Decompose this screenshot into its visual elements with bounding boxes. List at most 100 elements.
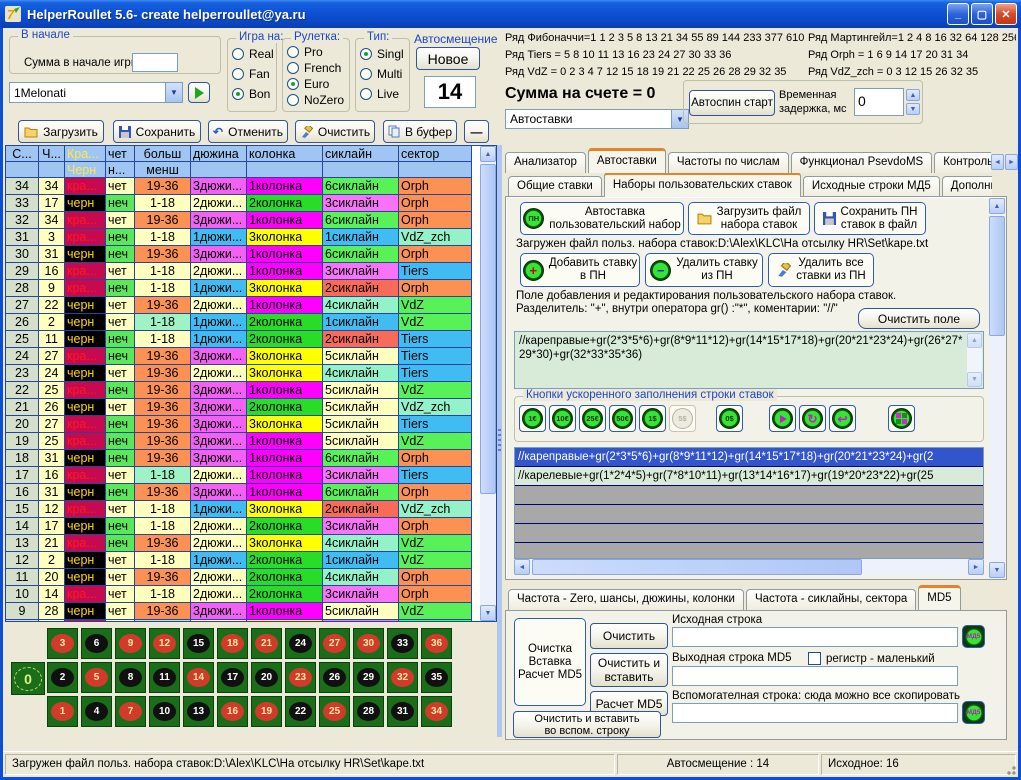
tab-Функционал PsevdoMS[interactable]: Функционал PsevdoMS (791, 152, 933, 173)
table-row[interactable]: 2126чернчет19-363дюжи...2колонка5сиклайн… (6, 399, 496, 416)
md5-clear-button[interactable]: Очистить (590, 623, 668, 649)
radio-Euro[interactable]: Euro (287, 76, 349, 92)
board-cell-zero[interactable]: 0 (11, 662, 45, 695)
board-cell-32[interactable]: 32 (387, 662, 418, 693)
delay-input[interactable]: 0 (854, 88, 904, 116)
subtab-Наборы пользовательских ставок[interactable]: Наборы пользовательских ставок (604, 173, 801, 197)
board-cell-29[interactable]: 29 (353, 662, 384, 693)
tab-Автоставки[interactable]: Автоставки (588, 148, 666, 173)
autostavki-combo[interactable]: Автоставки ▼ (505, 109, 689, 129)
list-item[interactable]: //карелевые+gr(1*2*4*5)+gr(7*8*10*11)+gr… (515, 467, 983, 486)
add-bet-button[interactable]: + Добавить ставку в ПН (520, 253, 640, 287)
subtab-Исходные строки МД5[interactable]: Исходные строки МД5 (803, 176, 940, 197)
table-row[interactable]: 2324чернчет19-362дюжи...3колонка4сиклайн… (6, 365, 496, 382)
bets-edit-area[interactable]: //кареправые+gr(2*3*5*6)+gr(8*9*11*12)+g… (514, 331, 984, 389)
chip-50€[interactable]: 50€ (609, 405, 636, 432)
radio-Multi[interactable]: Multi (360, 64, 409, 84)
md5-clear-paste-button[interactable]: Очистить и вставить (590, 653, 668, 687)
board-cell-11[interactable]: 11 (149, 662, 180, 693)
clear-field-button[interactable]: Очистить поле (858, 308, 980, 329)
chip-repeat-button[interactable]: ↻ (799, 405, 826, 432)
table-row[interactable]: 2722чернчет19-362дюжи...1колонка4сиклайн… (6, 297, 496, 314)
table-row[interactable]: 1417черннеч1-182дюжи...2колонка3сиклайнO… (6, 518, 496, 535)
save-pn-file-button[interactable]: Сохранить ПН ставок в файл (814, 202, 926, 235)
board-cell-19[interactable]: 19 (251, 696, 282, 727)
table-row[interactable]: 1120чернчет19-362дюжи...2колонка4сиклайн… (6, 569, 496, 586)
list-item-empty[interactable] (515, 486, 983, 505)
table-row[interactable]: 2511черннеч1-181дюжи...2колонка2сиклайнT… (6, 331, 496, 348)
chip-return-button[interactable]: ↩ (829, 405, 856, 432)
chevron-down-icon[interactable]: ▼ (165, 83, 182, 102)
board-cell-16[interactable]: 16 (217, 696, 248, 727)
table-row[interactable]: 928чернчет19-363дюжи...1колонка5сиклайнV… (6, 603, 496, 620)
board-cell-28[interactable]: 28 (353, 696, 384, 727)
board-cell-8[interactable]: 8 (115, 662, 146, 693)
tab-Анализатор[interactable]: Анализатор (505, 152, 586, 173)
board-cell-14[interactable]: 14 (183, 662, 214, 693)
freq-tab-MD5[interactable]: MD5 (918, 585, 960, 610)
chip-0$[interactable]: 0$ (716, 405, 743, 432)
tab-scroll-right-icon[interactable]: ► (1005, 154, 1018, 170)
board-cell-2[interactable]: 2 (47, 662, 78, 693)
radio-Live[interactable]: Live (360, 84, 409, 104)
md5-calc-icon-button[interactable]: МД5 (962, 625, 985, 648)
chip-board-button[interactable] (888, 405, 915, 432)
board-cell-20[interactable]: 20 (251, 662, 282, 693)
new-button[interactable]: Новое (416, 47, 480, 70)
board-cell-5[interactable]: 5 (81, 662, 112, 693)
board-cell-3[interactable]: 3 (47, 628, 78, 659)
table-row[interactable]: 122чернчет1-181дюжи...2колонка1сиклайнVd… (6, 552, 496, 569)
table-row[interactable]: 3031черннеч19-363дюжи...1колонка6сиклайн… (6, 246, 496, 263)
board-cell-34[interactable]: 34 (421, 696, 452, 727)
table-row[interactable]: 2225кра...неч19-363дюжи...1колонка5сикла… (6, 382, 496, 399)
table-row[interactable]: 2027кра...неч19-363дюжи...3колонка5сикла… (6, 416, 496, 433)
auto-bet-pn-button[interactable]: ПН Автоставка пользовательский набор (520, 202, 684, 235)
md5-aux-icon-button[interactable]: МД5 (962, 701, 985, 724)
board-cell-35[interactable]: 35 (421, 662, 452, 693)
table-row[interactable]: 1321кра...неч19-362дюжи...3колонка4сикла… (6, 535, 496, 552)
table-row[interactable]: 818кра...чет1-182дюжи...3колонка3сиклайн… (6, 620, 496, 622)
delete-all-bets-button[interactable]: Удалить все ставки из ПН (768, 253, 874, 287)
clear-button[interactable]: Очистить (295, 120, 375, 143)
start-sum-input[interactable] (132, 53, 178, 72)
scroll-down-icon[interactable]: ▼ (989, 562, 1005, 578)
close-button[interactable]: ✕ (995, 3, 1017, 25)
md5-clear-paste-aux-button[interactable]: Очистить и вставить во вспом. строку (513, 711, 661, 738)
run-preset-button[interactable] (188, 82, 210, 103)
undo-button[interactable]: ↶ Отменить (208, 120, 288, 143)
edit-scrollbar[interactable]: ▲ ▼ (967, 333, 982, 387)
chip-1€[interactable]: 1€ (519, 405, 546, 432)
freq-tab-Частота - сиклайны, сектора[interactable]: Частота - сиклайны, сектора (746, 589, 916, 610)
scrollbar-thumb[interactable] (480, 164, 496, 494)
table-row[interactable]: 1925кра...неч19-363дюжи...1колонка5сикла… (6, 433, 496, 450)
spin-up-icon[interactable]: ▲ (906, 89, 920, 101)
panel-vertical-scrollbar[interactable]: ▲ ▼ (989, 198, 1005, 578)
table-row[interactable]: 3234кра...чет19-363дюжи...1колонка6сикла… (6, 212, 496, 229)
chip-start-button[interactable] (769, 405, 796, 432)
scroll-up-icon[interactable]: ▲ (989, 198, 1005, 214)
board-cell-15[interactable]: 15 (183, 628, 214, 659)
scroll-down-icon[interactable]: ▼ (480, 605, 496, 621)
board-cell-23[interactable]: 23 (285, 662, 316, 693)
load-bets-file-button[interactable]: Загрузить файл набора ставок (688, 202, 810, 235)
scroll-left-icon[interactable]: ◄ (514, 559, 530, 575)
board-cell-18[interactable]: 18 (217, 628, 248, 659)
to-buffer-button[interactable]: В буфер (383, 120, 457, 143)
board-cell-7[interactable]: 7 (115, 696, 146, 727)
md5-clear-paste-calc-button[interactable]: Очистка Вставка Расчет MD5 (514, 618, 586, 706)
table-row[interactable]: 2916кра...чет1-182дюжи...1колонка3сиклай… (6, 263, 496, 280)
resize-grip[interactable] (1004, 763, 1017, 776)
preset-combo[interactable]: 1Melonati ▼ (9, 82, 183, 103)
radio-Bon[interactable]: Bon (232, 84, 276, 104)
md5-aux-input[interactable] (672, 703, 958, 723)
maximize-button[interactable]: ▢ (971, 3, 993, 25)
table-row[interactable]: 3434кра...чет19-363дюжи...1колонка6сикла… (6, 178, 496, 195)
table-row[interactable]: 1512кра...чет1-181дюжи...3колонка2сиклай… (6, 501, 496, 518)
list-item-empty[interactable] (515, 524, 983, 543)
board-cell-31[interactable]: 31 (387, 696, 418, 727)
table-row[interactable]: 1716кра...чет1-182дюжи...1колонка3сиклай… (6, 467, 496, 484)
tab-scroll-left-icon[interactable]: ◄ (991, 154, 1004, 170)
save-button[interactable]: Сохранить (113, 120, 201, 143)
board-cell-6[interactable]: 6 (81, 628, 112, 659)
scroll-right-icon[interactable]: ► (968, 559, 984, 575)
